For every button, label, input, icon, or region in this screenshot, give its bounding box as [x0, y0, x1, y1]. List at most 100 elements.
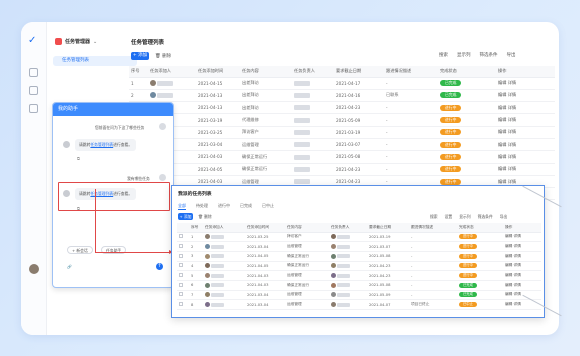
tab-done[interactable]: 已完成: [240, 203, 252, 210]
table-row[interactable]: 8 2021-03-04 运维管理 2021-04-07 项目已终止 已中止 编辑 详情: [177, 299, 541, 310]
status-badge: 进行中: [459, 234, 477, 240]
row-actions[interactable]: 编辑 详情: [496, 163, 555, 176]
row-checkbox[interactable]: [177, 270, 189, 281]
date-cell: 2021-04-03: [245, 280, 285, 291]
row-checkbox[interactable]: [177, 261, 189, 272]
row-checkbox[interactable]: [177, 251, 189, 262]
table-row[interactable]: 7 2021-03-04 运维管理 2021-05-09- 已完成 编辑 详情: [177, 290, 541, 301]
row-actions[interactable]: 编辑 详情: [503, 232, 541, 243]
filter-tool[interactable]: 筛选条件: [478, 214, 493, 220]
checkbox[interactable]: [179, 282, 183, 287]
row-index: 2: [189, 241, 203, 252]
content-cell: 确保正常运行: [285, 261, 329, 272]
row-actions[interactable]: 编辑 详情: [496, 113, 555, 127]
user-avatar[interactable]: [29, 264, 39, 274]
owner-cell: [292, 126, 334, 139]
overlay-add-button[interactable]: + 添加: [178, 213, 193, 220]
content-cell: 确保正常运行: [285, 251, 329, 262]
settings-tool[interactable]: 设置: [445, 214, 453, 220]
table-row[interactable]: 3 2021-04-05 确保正常运行 2021-05-08- 进行中 编辑 详情: [177, 251, 541, 262]
column-header: 跟进情况描述: [409, 223, 457, 233]
send-button[interactable]: ↑: [156, 263, 163, 270]
add-button[interactable]: + 添加: [131, 52, 149, 60]
avatar: [331, 263, 336, 269]
status-badge: 进行中: [440, 141, 462, 148]
table-row[interactable]: 4 2021-03-19代理维修2021-05-09-进行中编辑 详情: [129, 113, 555, 127]
overlay-delete-button[interactable]: 🗑 删除: [198, 214, 212, 220]
chevron-down-icon[interactable]: ⌄: [93, 39, 97, 45]
tab-all[interactable]: 全部: [178, 203, 186, 210]
name-redacted: [211, 283, 225, 288]
row-checkbox[interactable]: [177, 299, 189, 310]
filter-tool[interactable]: 筛选条件: [480, 52, 498, 58]
row-checkbox[interactable]: [177, 280, 189, 291]
row-index: 2: [129, 89, 148, 103]
status-cell: 进行中: [457, 261, 503, 272]
avatar: [331, 292, 336, 298]
new-chat-button[interactable]: + 新会话: [67, 246, 93, 254]
tab-in-progress[interactable]: 进行中: [218, 203, 230, 210]
table-row[interactable]: 2 2021-03-04 运维管理 2021-03-07- 进行中 编辑 详情: [177, 241, 541, 252]
table-row[interactable]: 4 2021-04-05 确保正常运行 2021-04-23- 进行中 编辑 详情: [177, 261, 541, 272]
search-tool[interactable]: 搜索: [439, 52, 448, 58]
row-checkbox[interactable]: [177, 241, 189, 252]
column-header: 任务添加人: [203, 223, 245, 233]
content-cell: 运维管理: [285, 290, 329, 301]
status-badge: 进行中: [440, 104, 462, 111]
copy-icon[interactable]: ⧉: [77, 156, 80, 161]
export-tool[interactable]: 导出: [500, 214, 508, 220]
row-actions[interactable]: 编辑 详情: [503, 251, 541, 262]
row-actions[interactable]: 编辑 详情: [496, 89, 555, 103]
checkbox[interactable]: [179, 302, 183, 307]
calendar-icon[interactable]: [29, 104, 38, 113]
table-row[interactable]: 5 2021-04-03 运维管理 2021-04-23- 进行中 编辑 详情: [177, 270, 541, 281]
checkbox[interactable]: [179, 263, 183, 268]
task-table: 序号 任务添加人 任务添加时间 任务内容 任务负责人 要求截止日期 跟进情况描述 完成状态 操作…: [129, 66, 555, 201]
name-redacted: [294, 179, 310, 185]
checkbox[interactable]: [179, 253, 183, 258]
status-badge: 进行中: [440, 153, 462, 160]
table-row[interactable]: 2 2021-04-13 出差拜访 2021-04-16 已联系 已完成 编辑 详情: [129, 89, 555, 103]
row-index: 4: [189, 261, 203, 272]
row-actions[interactable]: 编辑 详情: [496, 150, 555, 164]
status-cell: 已完成: [438, 77, 496, 90]
row-actions[interactable]: 编辑 详情: [503, 241, 541, 252]
row-checkbox[interactable]: [177, 290, 189, 301]
checkbox[interactable]: [179, 292, 183, 297]
row-checkbox[interactable]: [177, 232, 189, 243]
home-icon[interactable]: [29, 68, 38, 77]
checkbox[interactable]: [179, 273, 183, 278]
table-row[interactable]: 6 2021-03-04运维管理2021-03-07-进行中编辑 详情: [129, 138, 555, 152]
table-row[interactable]: 5 2021-03-25拜访客户2021-03-19-进行中编辑 详情: [129, 126, 555, 139]
delete-button[interactable]: 🗑 删除: [155, 53, 171, 59]
export-tool[interactable]: 导出: [507, 52, 516, 58]
row-actions[interactable]: 编辑 详情: [503, 261, 541, 272]
content-cell: 出差拜访: [240, 101, 292, 115]
list-icon[interactable]: [29, 86, 38, 95]
row-actions[interactable]: 编辑 详情: [496, 101, 555, 115]
row-actions[interactable]: 编辑 详情: [503, 280, 541, 291]
task-list-link[interactable]: 任务管理列表: [90, 142, 113, 147]
avatar: [331, 244, 336, 250]
table-row[interactable]: 6 2021-04-03 确保正常运行 2021-05-08- 已完成 编辑 详情: [177, 280, 541, 291]
connector-line: [95, 252, 173, 253]
date-cell: 2021-04-13: [196, 89, 240, 103]
checkbox[interactable]: [179, 234, 183, 239]
table-row[interactable]: 7 2021-04-03确保正常运行2021-05-08-进行中编辑 详情: [129, 150, 555, 164]
tab-stopped[interactable]: 已中止: [262, 203, 274, 210]
table-row[interactable]: 8 2021-04-05确保正常运行2021-04-23-进行中编辑 详情: [129, 163, 555, 176]
row-actions[interactable]: 编辑 详情: [496, 138, 555, 152]
search-tool[interactable]: 搜索: [430, 214, 438, 220]
columns-tool[interactable]: 显示列: [459, 214, 470, 220]
row-actions[interactable]: 编辑 详情: [503, 270, 541, 281]
checkbox[interactable]: [179, 244, 183, 249]
columns-tool[interactable]: 显示列: [457, 52, 471, 58]
table-row[interactable]: 1 2021-04-15 出差拜访 2021-04-17- 已完成 编辑 详情: [129, 77, 555, 90]
attach-icon[interactable]: 🔗: [67, 264, 72, 269]
tab-pending[interactable]: 待处理: [196, 203, 208, 210]
deadline-cell: 2021-03-07: [334, 138, 384, 152]
table-row[interactable]: 3 2021-04-13出差拜访2021-04-23-进行中编辑 详情: [129, 101, 555, 115]
table-row[interactable]: 1 2021-03-25 拜访客户 2021-03-19- 进行中 编辑 详情: [177, 232, 541, 243]
row-actions[interactable]: 编辑 详情: [496, 126, 555, 139]
row-actions[interactable]: 编辑 详情: [496, 77, 555, 90]
